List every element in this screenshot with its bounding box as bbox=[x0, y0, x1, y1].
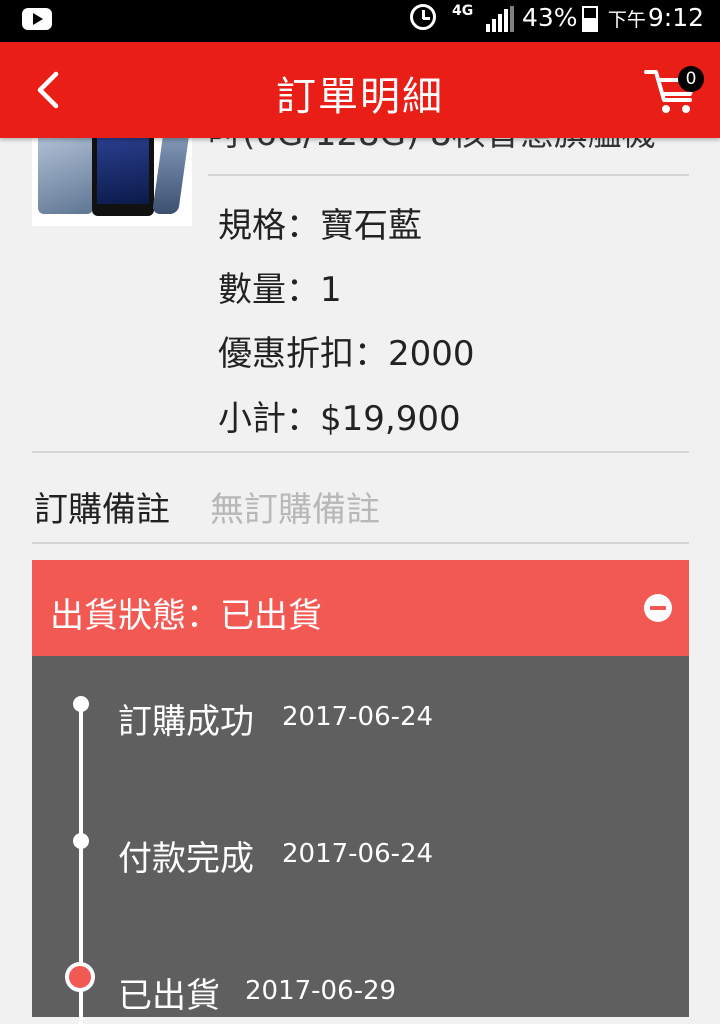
timeline-event-date: 2017-06-29 bbox=[245, 976, 397, 1006]
timeline-event-label: 已出貨 bbox=[118, 976, 220, 1016]
remark-value: 無訂購備註 bbox=[210, 490, 380, 530]
clock-time: 9:12 bbox=[647, 3, 704, 32]
battery-icon bbox=[582, 6, 598, 32]
timeline-dot-current bbox=[65, 962, 95, 992]
collapse-icon[interactable] bbox=[644, 594, 672, 622]
page-title: 訂單明細 bbox=[276, 74, 444, 120]
product-spec: 規格：寶石藍 bbox=[218, 206, 422, 246]
alarm-icon bbox=[410, 4, 436, 30]
product-subtotal: 小計：$19,900 bbox=[218, 399, 461, 439]
cart-count-badge: 0 bbox=[678, 66, 704, 92]
remark-label: 訂購備註 bbox=[34, 490, 170, 530]
cart-button[interactable]: 0 bbox=[644, 66, 704, 116]
timeline-event-date: 2017-06-24 bbox=[282, 702, 434, 732]
timeline-event-label: 付款完成 bbox=[118, 839, 254, 879]
app-header: 訂單明細 0 bbox=[0, 42, 720, 138]
clock-period: 下午 bbox=[607, 9, 646, 31]
product-discount: 優惠折扣：2000 bbox=[218, 334, 475, 374]
signal-icon bbox=[486, 6, 516, 32]
divider bbox=[32, 451, 689, 453]
timeline-event-date: 2017-06-24 bbox=[282, 839, 434, 869]
divider bbox=[208, 174, 689, 176]
battery-percent: 43% bbox=[522, 3, 578, 32]
clock: 下午9:12 bbox=[608, 3, 704, 32]
shipping-status-header[interactable]: 出貨狀態：已出貨 bbox=[32, 560, 689, 656]
shipping-timeline: 訂購成功 2017-06-24 付款完成 2017-06-24 已出貨 2017… bbox=[32, 656, 689, 1024]
youtube-icon bbox=[22, 8, 52, 30]
timeline-event-label: 訂購成功 bbox=[118, 702, 254, 742]
timeline-dot bbox=[73, 833, 89, 849]
divider bbox=[32, 542, 689, 544]
timeline-dot bbox=[73, 696, 89, 712]
status-bar: 4G 43% 下午9:12 bbox=[0, 0, 720, 42]
product-image[interactable] bbox=[32, 138, 192, 226]
product-quantity: 數量：1 bbox=[218, 270, 342, 310]
shipping-status-title: 出貨狀態：已出貨 bbox=[50, 596, 322, 636]
network-type: 4G bbox=[452, 3, 474, 19]
